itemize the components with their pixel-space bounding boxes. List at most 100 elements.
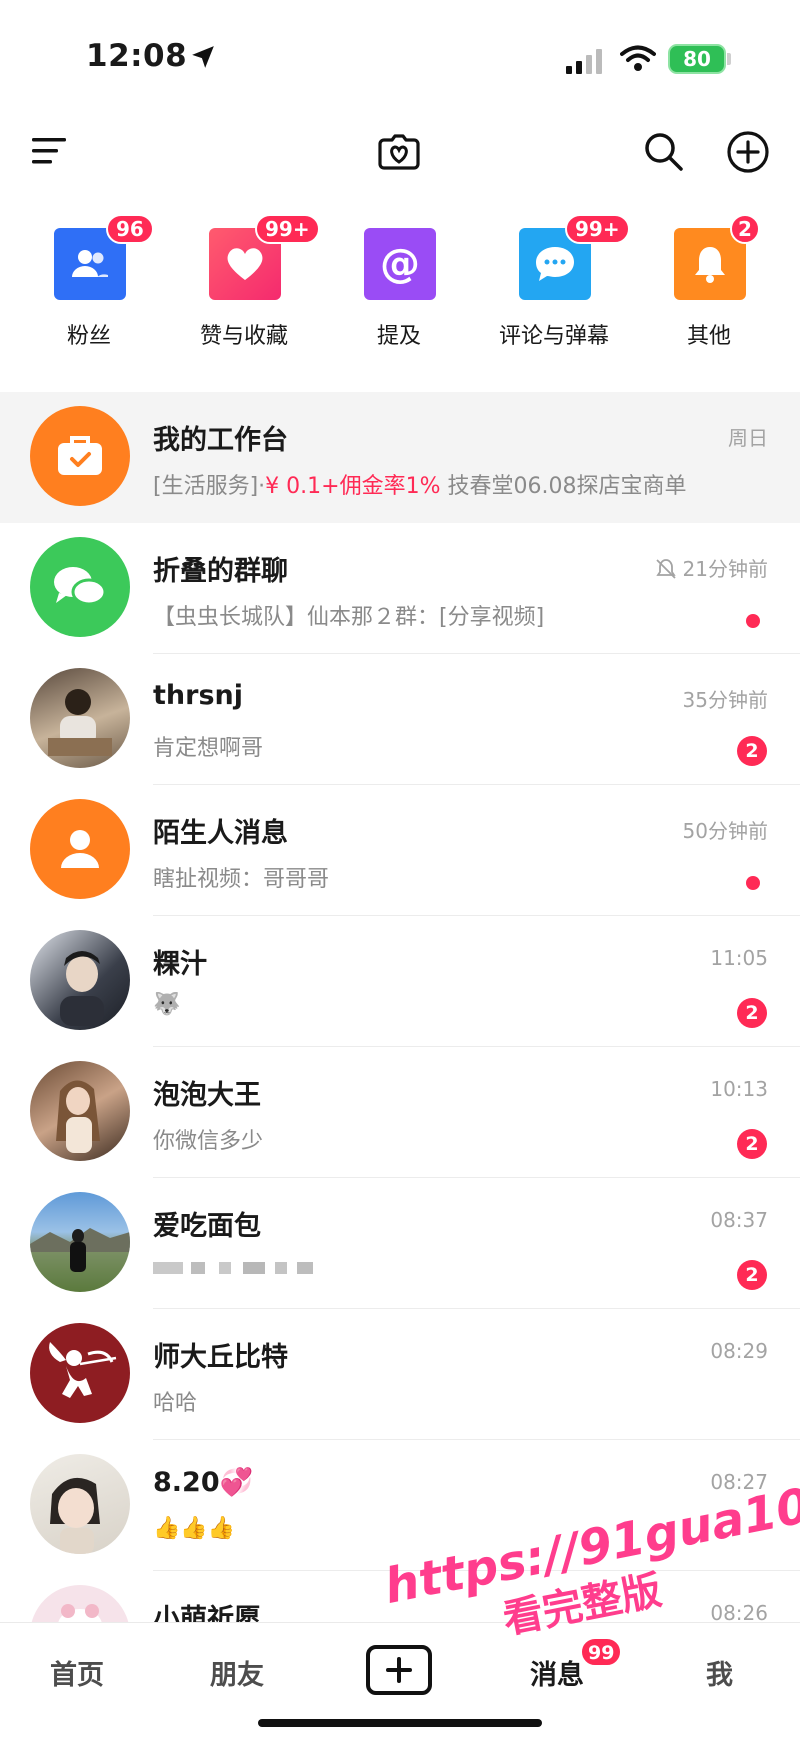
tab-messages[interactable]: 消息 — [530, 1653, 584, 1692]
conversation-preview: 哈哈 — [153, 1391, 198, 1416]
avatar — [30, 668, 130, 768]
conversation-preview: [生活服务]·¥ 0.1+佣金率1% 技春堂06.08探店宝商单 — [153, 468, 686, 500]
search-icon[interactable] — [642, 130, 684, 172]
conversation-name: 师大丘比特 — [153, 1342, 288, 1373]
conversation-time: 08:26 — [710, 1601, 768, 1622]
conversation-820[interactable]: 8.20💞 08:27 👍👍👍 — [0, 1440, 800, 1571]
photo-avatar-icon — [48, 689, 112, 756]
category-other[interactable]: 2 其他 — [634, 214, 784, 352]
conversation-preview: 【虫虫长城队】仙本那２群：[分享视频] — [153, 605, 545, 630]
category-other-badge: 2 — [730, 214, 760, 244]
conversation-name: 8.20💞 — [153, 1467, 254, 1498]
category-likes-label: 赞与收藏 — [199, 324, 288, 349]
unread-badge: 2 — [737, 1260, 767, 1290]
conversation-folded-group[interactable]: 折叠的群聊 21分钟前 【虫虫长城队】仙本那２群：[分享视频] — [0, 523, 800, 654]
create-post-button[interactable] — [366, 1645, 432, 1695]
users-icon — [72, 250, 108, 277]
status-bar: 12:08 80 — [0, 0, 800, 110]
briefcase-icon — [58, 436, 102, 475]
conversation-time: 周日 — [728, 426, 768, 450]
notification-categories: 96 粉丝 99+ 赞与收藏 @ 提及 99+ 评论与弹幕 2 其他 — [0, 214, 800, 352]
preview-prefix: [生活服务]· — [153, 474, 266, 499]
conversation-cupid[interactable]: 师大丘比特 08:29 哈哈 — [0, 1309, 800, 1440]
preview-suffix: 技春堂06.08探店宝商单 — [440, 474, 687, 499]
add-circle-icon[interactable] — [726, 130, 770, 174]
category-mentions-label: 提及 — [376, 324, 421, 349]
avatar — [30, 1585, 130, 1622]
category-fans-label: 粉丝 — [66, 324, 111, 349]
tab-me[interactable]: 我 — [706, 1653, 733, 1692]
location-arrow-icon — [192, 46, 214, 68]
chat-bubbles-icon — [54, 567, 107, 606]
wifi-icon — [620, 45, 656, 71]
photo-avatar-icon — [50, 1477, 100, 1554]
battery-tip — [727, 53, 731, 65]
bottom-tab-bar: 首页 朋友 消息 99 我 — [0, 1622, 800, 1738]
avatar — [30, 1454, 130, 1554]
avatar — [30, 930, 130, 1030]
conversation-list: 我的工作台 周日 [生活服务]·¥ 0.1+佣金率1% 技春堂06.08探店宝商… — [0, 392, 800, 1622]
conversation-name: thrsnj — [153, 680, 243, 711]
category-comments[interactable]: 99+ 评论与弹幕 — [479, 214, 630, 352]
tab-home[interactable]: 首页 — [50, 1653, 104, 1692]
conversation-preview: 👍👍👍 — [153, 1516, 236, 1541]
conversation-time: 21分钟前 — [655, 553, 768, 582]
blurred-text — [153, 1262, 313, 1274]
conversation-preview: 🐺 — [153, 992, 181, 1017]
conversation-bread[interactable]: 爱吃面包 08:37 2 — [0, 1178, 800, 1309]
conversation-time: 10:13 — [710, 1077, 768, 1101]
tab-friends[interactable]: 朋友 — [210, 1653, 264, 1692]
unread-dot — [746, 614, 760, 628]
conversation-thrsnj[interactable]: thrsnj 35分钟前 肯定想啊哥 2 — [0, 654, 800, 785]
conversation-time: 08:29 — [710, 1339, 768, 1363]
conversation-name: 爱吃面包 — [153, 1211, 261, 1242]
conversation-workbench[interactable]: 我的工作台 周日 [生活服务]·¥ 0.1+佣金率1% 技春堂06.08探店宝商… — [0, 392, 800, 523]
conversation-time: 11:05 — [710, 946, 768, 970]
category-comments-label: 评论与弹幕 — [498, 324, 609, 349]
cellular-signal-icon — [566, 49, 602, 74]
conversation-time: 08:27 — [710, 1470, 768, 1494]
preview-highlight: ¥ 0.1+佣金率1% — [265, 474, 441, 499]
avatar — [30, 1061, 130, 1161]
conversation-name: 小萌祈愿 — [153, 1604, 261, 1622]
photo-avatar-icon — [58, 1604, 102, 1622]
category-fans[interactable]: 96 粉丝 — [14, 214, 164, 352]
conversation-time: 50分钟前 — [682, 819, 768, 843]
battery-indicator: 80 — [668, 44, 726, 74]
comment-icon — [536, 247, 574, 281]
category-mentions[interactable]: @ 提及 — [324, 222, 474, 352]
status-time: 12:08 — [86, 38, 188, 74]
conversation-name: 陌生人消息 — [153, 818, 288, 849]
conversation-paopao[interactable]: 泡泡大王 10:13 你微信多少 2 — [0, 1047, 800, 1178]
menu-icon[interactable] — [30, 134, 70, 168]
photo-avatar-icon — [60, 951, 104, 1026]
top-header — [0, 118, 800, 188]
avatar — [30, 799, 130, 899]
conversation-name: 折叠的群聊 — [153, 556, 288, 587]
conversation-preview: 你微信多少 — [153, 1129, 264, 1154]
category-fans-badge: 96 — [106, 214, 154, 244]
category-likes[interactable]: 99+ 赞与收藏 — [169, 214, 320, 352]
category-comments-badge: 99+ — [565, 214, 630, 244]
category-mentions-tile: @ — [364, 228, 436, 300]
avatar — [30, 1323, 130, 1423]
photo-avatar-icon — [30, 1228, 130, 1272]
cupid-icon — [49, 1342, 117, 1398]
conversation-preview: 瞎扯视频：哥哥哥 — [153, 867, 330, 892]
tab-messages-badge: 99 — [580, 1637, 623, 1667]
avatar — [30, 537, 130, 637]
muted-bell-icon — [655, 559, 676, 579]
conversation-guozhi[interactable]: 粿汁 11:05 🐺 2 — [0, 916, 800, 1047]
avatar — [30, 1192, 130, 1292]
conversation-name: 泡泡大王 — [153, 1080, 261, 1111]
conversation-strangers[interactable]: 陌生人消息 50分钟前 瞎扯视频：哥哥哥 — [0, 785, 800, 916]
unread-badge: 2 — [737, 998, 767, 1028]
conversation-name: 我的工作台 — [153, 425, 288, 456]
heart-camera-icon[interactable] — [376, 128, 422, 174]
person-icon — [61, 830, 99, 868]
unread-dot — [746, 876, 760, 890]
heart-icon — [227, 248, 263, 280]
conversation-time: 35分钟前 — [682, 688, 768, 712]
conversation-xiaomeng[interactable]: 小萌祈愿 08:26 — [0, 1571, 800, 1622]
conversation-time: 08:37 — [710, 1208, 768, 1232]
